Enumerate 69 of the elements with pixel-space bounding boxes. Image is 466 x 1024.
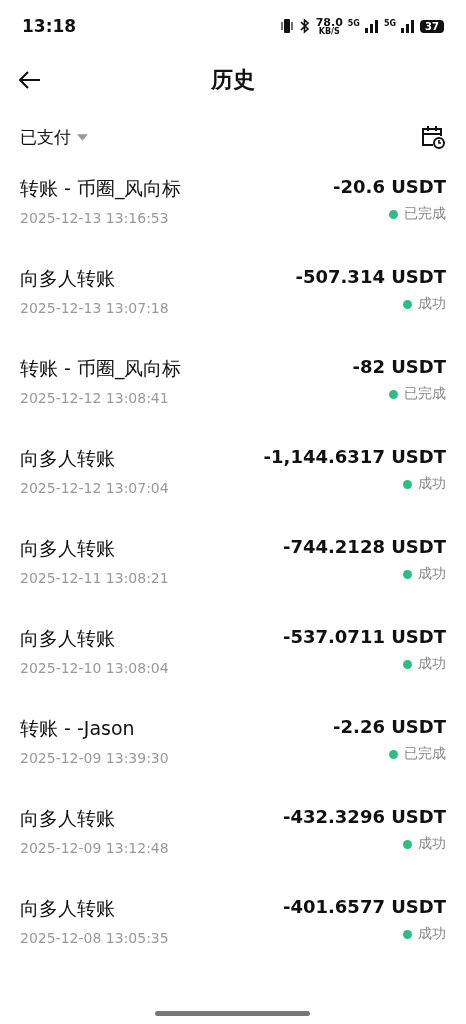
- transaction-amount: -2.26 USDT: [333, 716, 446, 737]
- status-time: 13:18: [22, 16, 77, 36]
- transaction-date: 2025-12-08 13:05:35: [20, 930, 169, 946]
- transaction-date: 2025-12-12 13:08:41: [20, 390, 170, 406]
- status-dot-icon: [403, 479, 412, 489]
- battery-indicator: 37: [420, 19, 444, 33]
- status-dot-icon: [389, 389, 398, 399]
- transaction-title: 向多人转账: [20, 896, 116, 921]
- transaction-title: 向多人转账: [20, 266, 116, 291]
- transaction-row[interactable]: 向多人转账 2025-12-09 13:12:48 -432.3296 USDT 成功: [0, 796, 466, 886]
- transaction-title: 向多人转账: [20, 806, 116, 831]
- transaction-title: 转账 - -Jason: [20, 716, 136, 741]
- transaction-status: 成功: [418, 565, 446, 583]
- transaction-title: 转账 - 币圈_风向标: [20, 356, 182, 382]
- transaction-date: 2025-12-13 13:07:18: [20, 300, 169, 316]
- transaction-amount: -744.2128 USDT: [282, 536, 446, 557]
- filter-dropdown[interactable]: 已支付: [20, 125, 88, 149]
- transaction-row[interactable]: 转账 - 币圈_风向标 2025-12-13 13:16:53 -20.6 USDT 已完成: [0, 166, 466, 256]
- transaction-status: 成功: [418, 835, 446, 853]
- transaction-date: 2025-12-13 13:16:53: [20, 210, 170, 226]
- transaction-date: 2025-12-09 13:12:48: [20, 840, 169, 856]
- back-arrow-icon[interactable]: [19, 71, 41, 89]
- network-label: 5G: [347, 18, 360, 28]
- status-dot-icon: [389, 749, 398, 759]
- status-dot-icon: [403, 569, 412, 579]
- transaction-row[interactable]: 向多人转账 2025-12-08 13:05:35 -401.6577 USDT 成功: [0, 886, 466, 976]
- bluetooth-icon: [298, 18, 311, 34]
- speed-unit: KB/S: [318, 27, 340, 36]
- transaction-amount: -1,144.6317 USDT: [263, 446, 446, 467]
- signal-icon: [401, 19, 416, 33]
- speed-value: 78.0: [315, 16, 343, 28]
- transaction-row[interactable]: 向多人转账 2025-12-10 13:08:04 -537.0711 USDT 成功: [0, 616, 466, 706]
- transaction-title: 向多人转账: [20, 536, 116, 561]
- page-title: 历史: [211, 66, 255, 94]
- transaction-status: 已完成: [404, 385, 446, 403]
- status-dot-icon: [389, 209, 398, 219]
- transaction-date: 2025-12-10 13:08:04: [20, 660, 169, 676]
- transaction-row[interactable]: 向多人转账 2025-12-12 13:07:04 -1,144.6317 USDT 成功: [0, 436, 466, 526]
- transaction-amount: -537.0711 USDT: [282, 626, 446, 647]
- transaction-date: 2025-12-11 13:08:21: [20, 570, 169, 586]
- transaction-title: 向多人转账: [20, 446, 116, 471]
- transaction-amount: -432.3296 USDT: [282, 806, 446, 827]
- transaction-amount: -82 USDT: [352, 356, 446, 377]
- transaction-status: 已完成: [404, 205, 446, 223]
- transaction-row[interactable]: 向多人转账 2025-12-11 13:08:21 -744.2128 USDT 成功: [0, 526, 466, 616]
- transaction-date: 2025-12-09 13:39:30: [20, 750, 169, 766]
- transaction-row[interactable]: 转账 - -Jason 2025-12-09 13:39:30 -2.26 USDT 已完成: [0, 706, 466, 796]
- status-dot-icon: [403, 839, 412, 849]
- transaction-amount: -20.6 USDT: [333, 176, 446, 197]
- caret-icon: [77, 133, 88, 141]
- calendar-icon[interactable]: [420, 124, 446, 150]
- transaction-amount: -401.6577 USDT: [282, 896, 446, 917]
- transaction-title: 向多人转账: [20, 626, 116, 651]
- transaction-date: 2025-12-12 13:07:04: [20, 480, 169, 496]
- status-dot-icon: [403, 299, 412, 309]
- signal-icon: [364, 19, 379, 33]
- transaction-status: 成功: [418, 295, 446, 313]
- transaction-title: 转账 - 币圈_风向标: [20, 176, 182, 202]
- transaction-amount: -507.314 USDT: [295, 266, 446, 287]
- transaction-status: 成功: [418, 655, 446, 673]
- transaction-status: 成功: [418, 475, 446, 493]
- network-label: 5G: [383, 18, 397, 28]
- vibrate-icon: [279, 18, 294, 34]
- transaction-row[interactable]: 转账 - 币圈_风向标 2025-12-12 13:08:41 -82 USDT 已完成: [0, 346, 466, 436]
- transaction-row[interactable]: 向多人转账 2025-12-13 13:07:18 -507.314 USDT 成功: [0, 256, 466, 346]
- status-dot-icon: [403, 929, 412, 939]
- transaction-status: 成功: [418, 925, 446, 943]
- status-dot-icon: [403, 659, 412, 669]
- transaction-status: 已完成: [404, 745, 446, 763]
